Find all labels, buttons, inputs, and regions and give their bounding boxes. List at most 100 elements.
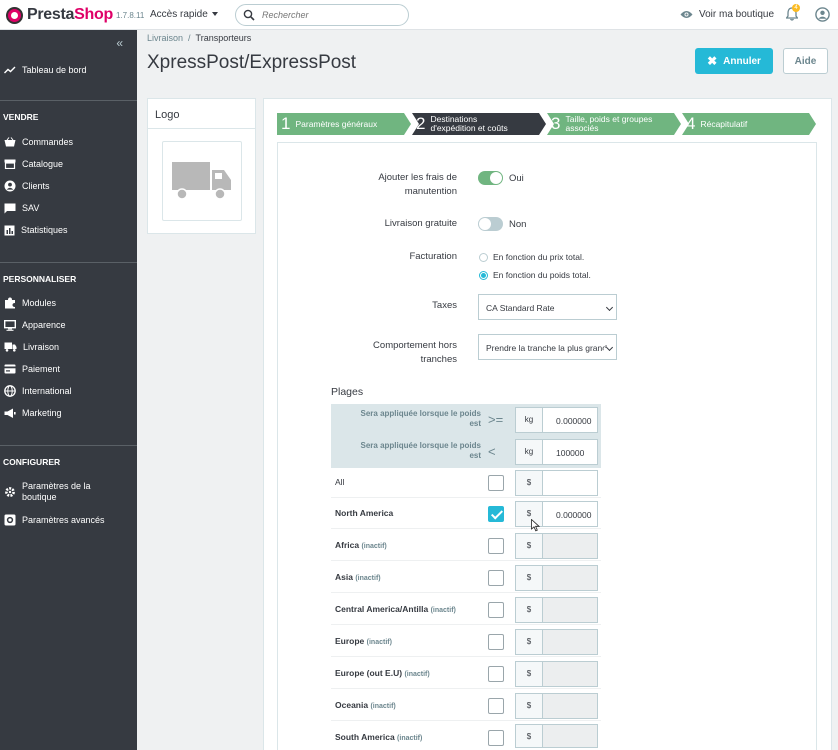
sidebar-item-label: International <box>22 386 72 396</box>
sidebar-item-label: Apparence <box>22 320 66 330</box>
sidebar-item-label: SAV <box>22 203 40 213</box>
free-shipping-toggle-label: Non <box>509 219 527 230</box>
trending-icon <box>4 66 16 74</box>
zone-name: Europe (out E.U) <box>335 668 403 678</box>
billing-option-price[interactable]: En fonction du prix total. <box>479 252 584 262</box>
step-number: 3 <box>551 114 561 133</box>
step-label: Paramètres généraux <box>295 118 378 129</box>
zone-price-input <box>542 597 598 623</box>
zone-price-input[interactable]: 0.000000 <box>542 501 598 527</box>
out-of-range-select[interactable]: Prendre la tranche la plus grande <box>478 334 617 360</box>
zone-price-input <box>542 661 598 687</box>
range-from-label: Sera appliquée lorsque le poids est <box>360 409 481 428</box>
bar-chart-icon <box>4 225 15 235</box>
sidebar-item-customers[interactable]: Clients <box>0 178 137 194</box>
sidebar-item-dashboard[interactable]: Tableau de bord <box>0 62 137 78</box>
sidebar-item-label: Statistiques <box>21 225 68 235</box>
inactive-tag: (inactif) <box>430 607 456 614</box>
help-button[interactable]: Aide <box>783 48 828 74</box>
tax-label: Taxes <box>432 300 457 311</box>
billing-option-weight[interactable]: En fonction du poids total. <box>479 270 591 280</box>
quick-access-dropdown[interactable]: Accès rapide <box>150 9 218 20</box>
view-shop-link[interactable]: Voir ma boutique <box>680 9 774 20</box>
zone-checkbox[interactable] <box>488 538 504 554</box>
zone-checkbox[interactable] <box>488 602 504 618</box>
sidebar-item-marketing[interactable]: Marketing <box>0 405 137 421</box>
free-shipping-label: Livraison gratuite <box>384 218 457 229</box>
wizard-step-1[interactable]: 1 Paramètres généraux <box>277 113 411 135</box>
zone-price-input[interactable] <box>542 470 598 496</box>
radio-button[interactable] <box>479 252 488 262</box>
zone-price-input <box>542 565 598 591</box>
zone-checkbox[interactable] <box>488 475 504 491</box>
basket-icon <box>4 137 16 147</box>
breadcrumb-link-shipping[interactable]: Livraison <box>147 33 183 43</box>
zone-price-input <box>542 693 598 719</box>
range-to-input[interactable]: 100000 <box>542 439 598 465</box>
handling-toggle[interactable] <box>478 171 503 185</box>
wizard-step-3[interactable]: 3 Taille, poids et groupes associés <box>547 113 681 135</box>
logo-card-title: Logo <box>148 99 255 129</box>
puzzle-icon <box>5 297 15 309</box>
wizard-step-2[interactable]: 2 Destinations d'expédition et coûts <box>412 113 546 135</box>
inactive-tag: (inactif) <box>397 735 423 742</box>
zone-currency: $ <box>515 629 543 655</box>
truck-icon <box>4 342 17 352</box>
truck-icon <box>172 162 231 200</box>
sidebar-item-label: Paiement <box>22 364 61 374</box>
sidebar-item-advanced-parameters[interactable]: Paramètres avancés <box>0 512 137 528</box>
wizard-step-4[interactable]: 4 Récapitulatif <box>682 113 816 135</box>
zone-currency: $ <box>515 597 543 623</box>
prestashop-logo[interactable]: PrestaShop <box>6 6 113 24</box>
collapse-sidebar-icon[interactable]: « <box>116 36 123 50</box>
top-header: PrestaShop 1.7.8.11 Accès rapide Voir ma… <box>0 0 838 30</box>
zone-checkbox[interactable] <box>488 634 504 650</box>
breadcrumb: Livraison / Transporteurs <box>147 33 252 43</box>
cancel-button[interactable]: ✖ Annuler <box>695 48 773 74</box>
sidebar-item-shipping[interactable]: Livraison <box>0 339 137 355</box>
sidebar-divider <box>0 100 137 101</box>
sidebar-item-service[interactable]: SAV <box>0 200 137 216</box>
zone-checkbox[interactable] <box>488 506 504 522</box>
zone-checkbox[interactable] <box>488 570 504 586</box>
notification-badge: 4 <box>792 4 800 12</box>
zone-checkbox[interactable] <box>488 666 504 682</box>
sidebar-item-international[interactable]: International <box>0 383 137 399</box>
view-shop-label: Voir ma boutique <box>699 9 775 20</box>
zone-name: Asia <box>335 572 353 582</box>
account-icon[interactable] <box>815 7 830 22</box>
sidebar-section-title: CONFIGURER <box>3 457 61 467</box>
zone-currency: $ <box>515 533 543 559</box>
search-input[interactable] <box>262 8 402 22</box>
sidebar-item-label: Livraison <box>23 342 60 352</box>
sidebar-item-modules[interactable]: Modules <box>0 295 137 311</box>
prestashop-logo-icon <box>6 6 23 24</box>
sidebar-item-label: Paramètres de la boutique <box>22 481 91 502</box>
zone-name: Central America/Antilla <box>335 604 429 614</box>
radio-button[interactable] <box>479 270 488 280</box>
range-from-input[interactable]: 0.000000 <box>542 407 598 433</box>
sidebar-item-catalog[interactable]: Catalogue <box>0 156 137 172</box>
search-box <box>235 4 409 26</box>
page-title: XpressPost/ExpressPost <box>147 52 357 73</box>
carrier-logo[interactable] <box>162 141 242 221</box>
zone-checkbox[interactable] <box>488 698 504 714</box>
zone-currency: $ <box>515 693 543 719</box>
sidebar-item-orders[interactable]: Commandes <box>0 134 137 150</box>
inactive-tag: (inactif) <box>366 639 392 646</box>
sidebar-item-label: Commandes <box>22 137 74 147</box>
free-shipping-toggle[interactable] <box>478 217 503 231</box>
logo-card: Logo <box>147 98 256 234</box>
sidebar-item-stats[interactable]: Statistiques <box>0 222 137 238</box>
range-from-operator: >= <box>488 412 504 427</box>
zone-currency: $ <box>515 565 543 591</box>
sidebar-item-appearance[interactable]: Apparence <box>0 317 137 333</box>
sidebar-item-payment[interactable]: Paiement <box>0 361 137 377</box>
zone-currency: $ <box>515 724 543 748</box>
zone-checkbox[interactable] <box>488 730 504 746</box>
breadcrumb-current: Transporteurs <box>195 33 252 43</box>
tax-select[interactable]: CA Standard Rate <box>478 294 617 320</box>
sidebar-item-shop-parameters[interactable]: Paramètres de la boutique <box>0 479 137 505</box>
cancel-label: Annuler <box>723 55 761 67</box>
sidebar-item-label: Clients <box>22 181 50 191</box>
